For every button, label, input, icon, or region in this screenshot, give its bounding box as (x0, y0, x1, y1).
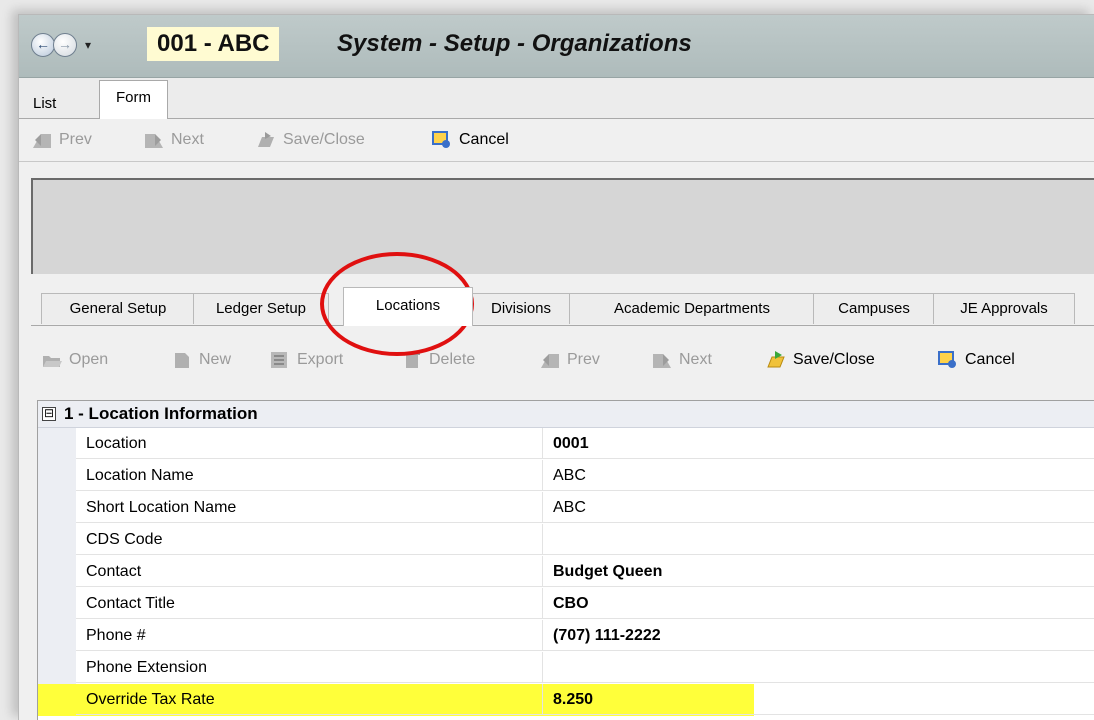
property-name: Location Name (76, 460, 543, 491)
back-arrow-icon[interactable]: ← (31, 33, 55, 57)
forward-arrow-icon[interactable]: → (53, 33, 77, 57)
new-button[interactable]: New (171, 347, 231, 373)
property-value[interactable]: 8.250 (543, 684, 1094, 715)
export-icon (271, 352, 287, 368)
title-bar: ← → ▾ 001 - ABC System - Setup - Organiz… (19, 15, 1094, 78)
prev-label: Prev (567, 351, 600, 368)
property-name: Override Tax Rate (76, 684, 543, 715)
property-row[interactable]: Phone Extension (38, 652, 1094, 684)
save-close-icon (767, 351, 785, 368)
property-value[interactable]: Budget Queen (543, 556, 1094, 587)
property-name: Location (76, 428, 543, 459)
category-header[interactable]: ⊟ 1 - Location Information (38, 401, 1094, 428)
next-button[interactable]: Next (143, 127, 204, 153)
cancel-button[interactable]: Cancel (431, 127, 509, 153)
app-window: ← → ▾ 001 - ABC System - Setup - Organiz… (18, 14, 1094, 720)
property-row-highlighted[interactable]: Override Tax Rate 8.250 (38, 684, 1094, 716)
property-row[interactable]: Contact Budget Queen (38, 556, 1094, 588)
property-value[interactable]: ABC (543, 492, 1094, 523)
next-arrow-icon (653, 354, 671, 368)
view-tabs: List Form (19, 78, 1094, 119)
cancel-icon (938, 351, 956, 368)
cancel-button[interactable]: Cancel (937, 347, 1015, 373)
tab-locations[interactable]: Locations (343, 287, 473, 326)
collapse-toggle-icon[interactable]: ⊟ (42, 407, 56, 421)
form-toolbar: Prev Next Save/Close Cancel (19, 119, 1094, 162)
property-name: Contact Title (76, 588, 543, 619)
prev-button[interactable]: Prev (539, 347, 600, 373)
export-label: Export (297, 351, 344, 368)
tab-divisions[interactable]: Divisions (471, 293, 571, 324)
open-label: Open (69, 351, 109, 368)
organization-code: 001 - ABC (147, 27, 280, 61)
save-close-button[interactable]: Save/Close (765, 347, 875, 373)
property-row[interactable]: Location Name ABC (38, 460, 1094, 492)
prev-button[interactable]: Prev (31, 127, 92, 153)
cancel-label: Cancel (459, 131, 509, 148)
open-button[interactable]: Open (41, 347, 108, 373)
property-value[interactable] (543, 524, 1094, 555)
folder-open-icon (43, 356, 62, 367)
property-row[interactable]: Phone # (707) 111-2222 (38, 620, 1094, 652)
delete-button[interactable]: Delete (401, 347, 475, 373)
next-arrow-icon (145, 134, 163, 148)
setup-tabs: General Setup Ledger Setup Locations Div… (31, 287, 1094, 326)
property-name: Phone # (76, 620, 543, 651)
property-value[interactable]: CBO (543, 588, 1094, 619)
prev-arrow-icon (541, 354, 559, 368)
next-label: Next (679, 351, 712, 368)
export-button[interactable]: Export (269, 347, 343, 373)
history-dropdown-icon[interactable]: ▾ (85, 33, 91, 57)
property-value[interactable] (543, 652, 1094, 683)
save-close-label: Save/Close (283, 131, 365, 148)
trash-icon (404, 352, 420, 368)
category-label: 1 - Location Information (64, 404, 258, 423)
tab-form[interactable]: Form (99, 80, 168, 119)
property-row[interactable]: Location 0001 (38, 428, 1094, 460)
property-name: Short Location Name (76, 492, 543, 523)
property-row[interactable]: Short Location Name ABC (38, 492, 1094, 524)
new-document-icon (175, 353, 189, 368)
prev-label: Prev (59, 131, 92, 148)
save-close-label: Save/Close (793, 351, 875, 368)
property-value[interactable]: (707) 111-2222 (543, 620, 1094, 651)
property-value[interactable]: 0001 (543, 428, 1094, 459)
tab-campuses[interactable]: Campuses (813, 293, 935, 324)
property-row[interactable]: CDS Code (38, 524, 1094, 556)
tab-ledger-setup[interactable]: Ledger Setup (193, 293, 329, 324)
next-button[interactable]: Next (651, 347, 712, 373)
tab-je-approvals[interactable]: JE Approvals (933, 293, 1075, 324)
cancel-icon (432, 131, 450, 148)
property-name: Phone Extension (76, 652, 543, 683)
save-close-button[interactable]: Save/Close (255, 127, 365, 153)
page-title: System - Setup - Organizations (337, 30, 692, 57)
header-panel (31, 178, 1094, 274)
tab-general-setup[interactable]: General Setup (41, 293, 195, 324)
cancel-label: Cancel (965, 351, 1015, 368)
save-close-icon (258, 132, 274, 147)
locations-toolbar: Open New Export Delete Prev Next Save/Cl… (31, 339, 1094, 381)
property-name: CDS Code (76, 524, 543, 555)
property-grid: ⊟ 1 - Location Information Location 0001… (37, 400, 1094, 720)
prev-arrow-icon (33, 134, 51, 148)
next-label: Next (171, 131, 204, 148)
new-label: New (199, 351, 232, 368)
tab-academic-departments[interactable]: Academic Departments (569, 293, 815, 324)
property-value[interactable]: ABC (543, 460, 1094, 491)
tab-list[interactable]: List (23, 89, 66, 119)
delete-label: Delete (429, 351, 476, 368)
property-row[interactable]: Contact Title CBO (38, 588, 1094, 620)
property-name: Contact (76, 556, 543, 587)
